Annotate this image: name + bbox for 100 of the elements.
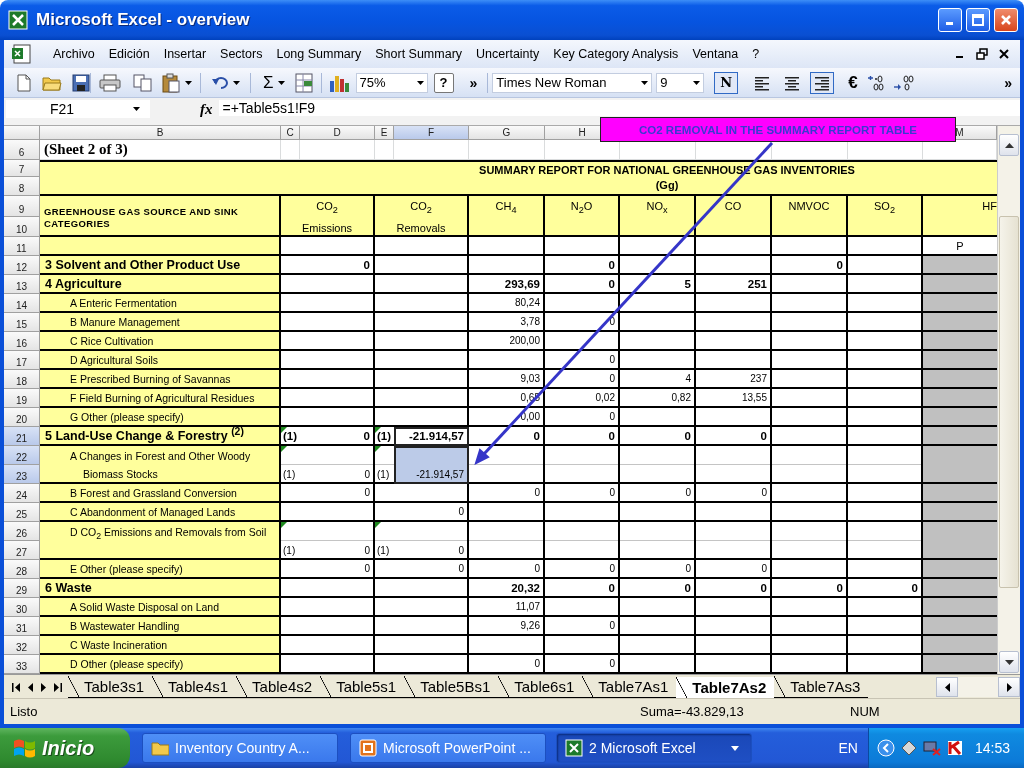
row-header[interactable]: 26 [4, 522, 40, 541]
restore-icon[interactable] [976, 48, 988, 60]
save-icon[interactable] [72, 73, 90, 92]
row-header[interactable]: 33 [4, 655, 40, 674]
row-header[interactable]: 23 [4, 465, 40, 484]
row-header[interactable]: 10 [4, 217, 40, 237]
insert-function-button[interactable]: fx [200, 100, 213, 118]
menu-item[interactable]: Insertar [158, 45, 212, 63]
help-button[interactable]: ? [433, 72, 454, 93]
folder-icon[interactable] [42, 74, 62, 91]
menu-item[interactable]: Edición [103, 45, 155, 63]
caret-icon[interactable] [233, 80, 240, 85]
new-document-icon[interactable] [16, 73, 32, 92]
column-header[interactable]: D [333, 127, 341, 138]
row-header[interactable]: 7 [4, 160, 40, 177]
row-header[interactable]: 27 [4, 541, 40, 560]
antivirus-icon[interactable] [946, 740, 963, 756]
row-header[interactable]: 6 [4, 140, 40, 160]
scroll-left-button[interactable] [936, 677, 958, 697]
row-header[interactable]: 25 [4, 503, 40, 522]
chevron-icon[interactable] [876, 739, 895, 757]
scroll-up-button[interactable] [999, 134, 1019, 156]
menu-item[interactable]: Archivo [48, 45, 100, 63]
menu-item[interactable]: Key Category Analysis [548, 45, 684, 63]
sheet-tab[interactable]: Table7As3 [774, 676, 869, 698]
sheet-tab[interactable]: Table5Bs1 [404, 676, 499, 698]
diamond-icon[interactable] [900, 740, 917, 756]
caret-icon[interactable] [731, 745, 739, 751]
font-size-dropdown[interactable]: 9 [656, 72, 705, 93]
scrollbar-thumb[interactable] [999, 216, 1019, 588]
menu-item[interactable]: Long Summary [271, 45, 367, 63]
caret-icon[interactable] [277, 80, 285, 85]
column-header[interactable]: B [156, 127, 164, 138]
caret-icon[interactable] [416, 80, 424, 85]
maximize-icon[interactable] [972, 14, 984, 26]
toolbar-overflow-button[interactable]: » [467, 71, 480, 94]
row-header[interactable]: 17 [4, 351, 40, 370]
name-box[interactable]: F21 [6, 100, 150, 118]
start-button[interactable]: Inicio [0, 728, 130, 768]
column-header[interactable]: M [955, 127, 964, 138]
caret-icon[interactable] [133, 107, 140, 111]
next-sheet-icon[interactable] [40, 682, 47, 692]
row-header[interactable]: 32 [4, 636, 40, 655]
row-header[interactable]: 29 [4, 579, 40, 598]
caret-icon[interactable] [185, 80, 192, 85]
scroll-right-button[interactable] [998, 677, 1020, 697]
column-header[interactable]: H [578, 127, 586, 138]
right-arrow-icon[interactable] [1006, 682, 1012, 692]
first-sheet-icon[interactable] [12, 682, 21, 692]
copy-icon[interactable] [133, 73, 153, 92]
left-arrow-icon[interactable] [944, 682, 950, 692]
maximize-button[interactable] [966, 8, 990, 32]
autosum-button[interactable]: Σ [261, 71, 287, 94]
sheet-tab[interactable]: Table4s1 [152, 676, 237, 698]
scroll-down-button[interactable] [999, 651, 1019, 673]
zoom-dropdown[interactable]: 75% [355, 72, 428, 93]
sort-table-icon[interactable] [292, 71, 315, 94]
minimize-button[interactable] [938, 8, 962, 32]
row-header[interactable]: 18 [4, 370, 40, 389]
close-icon[interactable] [998, 48, 1010, 60]
column-header[interactable]: F [427, 127, 435, 138]
row-header[interactable]: 28 [4, 560, 40, 579]
clipboard-icon[interactable] [161, 72, 181, 93]
down-arrow-icon[interactable] [1004, 659, 1014, 665]
caret-icon[interactable] [641, 80, 649, 85]
sheet-tab[interactable]: Table7As2 [676, 677, 775, 698]
paste-button[interactable] [159, 71, 194, 94]
sheet-tab[interactable]: Table7As1 [582, 676, 677, 698]
row-header[interactable]: 13 [4, 275, 40, 294]
print-icon[interactable] [99, 73, 121, 92]
up-arrow-icon[interactable] [1004, 142, 1014, 148]
row-header[interactable]: 24 [4, 484, 40, 503]
row-header[interactable]: 12 [4, 256, 40, 275]
row-header[interactable]: 20 [4, 408, 40, 427]
bold-button[interactable]: N [714, 71, 739, 94]
formula-field[interactable]: =+Table5s1!F9 [218, 100, 1020, 116]
menu-item[interactable]: Sectors [215, 45, 268, 63]
row-header[interactable]: 30 [4, 598, 40, 617]
previous-sheet-icon[interactable] [27, 682, 34, 692]
sheet-tab[interactable]: Table3s1 [68, 676, 153, 698]
sheet-tab[interactable]: Table6s1 [498, 676, 583, 698]
row-header[interactable]: 15 [4, 313, 40, 332]
menu-item[interactable]: Ventana [687, 45, 744, 63]
currency-button[interactable]: € [846, 71, 860, 94]
row-header[interactable]: 8 [4, 177, 40, 196]
undo-icon[interactable] [211, 75, 229, 90]
row-header[interactable]: 19 [4, 389, 40, 408]
row-header[interactable]: 11 [4, 237, 40, 256]
font-dropdown[interactable]: Times New Roman [492, 72, 653, 93]
row-header[interactable]: 14 [4, 294, 40, 313]
taskbar-button[interactable]: Inventory Country A... [142, 733, 338, 763]
menu-item[interactable]: ? [747, 45, 765, 63]
row-header[interactable]: 16 [4, 332, 40, 351]
menu-item[interactable]: Uncertainty [471, 45, 545, 63]
column-header[interactable]: G [502, 127, 511, 138]
row-header[interactable]: 31 [4, 617, 40, 636]
sheet-tab[interactable]: Table4s2 [236, 676, 321, 698]
decrease-decimal-icon[interactable] [891, 74, 914, 91]
row-header[interactable]: 21 [4, 427, 40, 446]
caret-icon[interactable] [693, 80, 701, 85]
